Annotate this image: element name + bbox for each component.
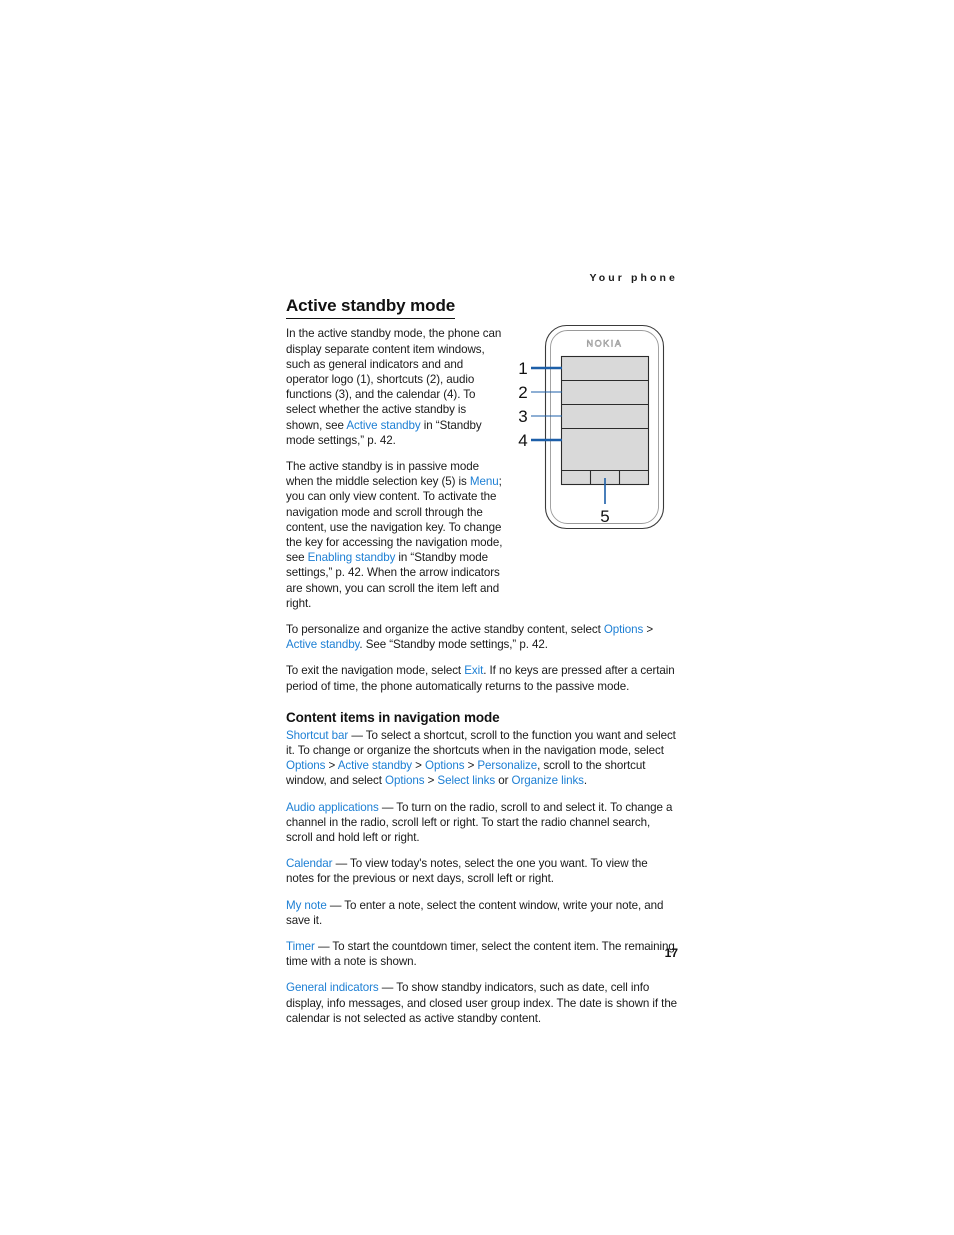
separator-gt-5: > <box>424 774 438 788</box>
shortcut-bar-text-3: or <box>495 774 512 788</box>
phone-screen <box>560 355 650 486</box>
item-my-note: My note — To enter a note, select the co… <box>286 898 678 928</box>
link-select-links[interactable]: Select links <box>437 774 495 787</box>
item-calendar: Calendar — To view today's notes, select… <box>286 856 678 886</box>
link-active-standby[interactable]: Active standby <box>346 419 420 432</box>
document-page: Your phone Active standby mode In the ac… <box>0 0 954 1235</box>
dash-calendar: — <box>332 857 351 871</box>
paragraph-intro: In the active standby mode, the phone ca… <box>286 326 504 448</box>
link-active-standby-3[interactable]: Active standby <box>338 759 412 772</box>
item-shortcut-bar: Shortcut bar — To select a shortcut, scr… <box>286 728 678 789</box>
dash-shortcut-bar: — <box>348 728 366 742</box>
paragraph-passive-mode: The active standby is in passive mode wh… <box>286 459 504 611</box>
shortcut-bar-text-4: . <box>583 774 588 788</box>
term-my-note[interactable]: My note <box>286 899 327 912</box>
item-audio-applications: Audio applications — To turn on the radi… <box>286 800 678 846</box>
link-enabling-standby[interactable]: Enabling standby <box>308 551 396 564</box>
separator-gt-3: > <box>412 759 426 773</box>
paragraph-intro-text-a: In the active standby mode, the phone ca… <box>286 327 502 432</box>
phone-diagram: NOKIA 1 2 3 4 5 <box>505 320 685 535</box>
link-active-standby-2[interactable]: Active standby <box>286 638 360 651</box>
term-audio-applications[interactable]: Audio applications <box>286 801 379 814</box>
separator-gt-4: > <box>464 759 478 773</box>
term-shortcut-bar[interactable]: Shortcut bar <box>286 729 348 742</box>
dash-my-note: — <box>326 898 345 912</box>
callout-number-4: 4 <box>518 431 527 450</box>
separator-gt-1: > <box>643 623 654 637</box>
paragraph-exit-text-a: To exit the navigation mode, select <box>286 664 465 678</box>
page-number: 17 <box>664 946 678 960</box>
paragraph-passive-text-a: The active standby is in passive mode wh… <box>286 460 479 489</box>
paragraph-personalize: To personalize and organize the active s… <box>286 622 678 652</box>
page-title: Active standby mode <box>286 296 455 320</box>
term-general-indicators[interactable]: General indicators <box>286 981 379 994</box>
separator-gt-2: > <box>325 759 338 773</box>
link-options-3[interactable]: Options <box>425 759 464 772</box>
paragraph-exit: To exit the navigation mode, select Exit… <box>286 663 678 693</box>
link-menu[interactable]: Menu <box>470 475 499 488</box>
link-personalize[interactable]: Personalize <box>477 759 537 772</box>
running-header: Your phone <box>589 272 678 284</box>
dash-general-indicators: — <box>378 981 397 995</box>
term-calendar[interactable]: Calendar <box>286 857 333 870</box>
item-general-indicators: General indicators — To show standby ind… <box>286 980 678 1026</box>
paragraph-personalize-text-b: . See “Standby mode settings,” p. 42. <box>359 638 548 652</box>
callout-number-2: 2 <box>518 383 527 402</box>
callout-number-5: 5 <box>600 507 609 526</box>
nokia-brand-label: NOKIA <box>586 339 622 349</box>
callout-number-1: 1 <box>518 359 527 378</box>
dash-audio-applications: — <box>378 800 397 814</box>
callout-number-3: 3 <box>518 407 527 426</box>
link-options-1[interactable]: Options <box>604 623 643 636</box>
subsection-title: Content items in navigation mode <box>286 709 500 725</box>
link-options-4[interactable]: Options <box>385 774 424 787</box>
link-organize-links[interactable]: Organize links <box>512 774 584 787</box>
paragraph-personalize-text-a: To personalize and organize the active s… <box>286 623 604 637</box>
link-options-2[interactable]: Options <box>286 759 325 772</box>
link-exit[interactable]: Exit <box>464 664 483 677</box>
